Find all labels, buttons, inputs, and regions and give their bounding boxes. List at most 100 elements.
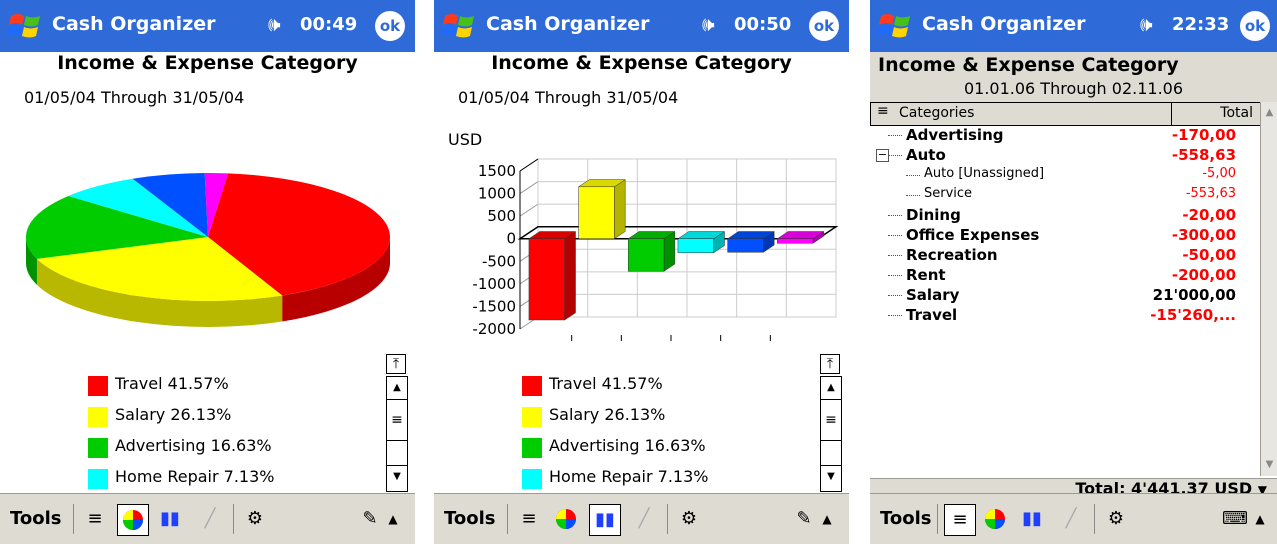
tree-connector [888,315,902,316]
y-axis [519,158,539,172]
category-name: Service [924,186,973,201]
tree-connector [906,175,920,176]
category-total: -558,63 [1171,146,1236,164]
scroll-thumb[interactable]: ≡ [821,400,841,441]
list-scrollbar[interactable]: ▲ ▼ [1260,102,1277,476]
legend-swatch [522,376,542,396]
y-tick-label: 1000 [478,185,516,203]
date-range: 01.01.06 Through 02.11.06 [963,79,1184,98]
bar [528,238,565,321]
legend-label: Salary 26.13% [549,405,666,424]
total-column-header[interactable]: Total [1220,105,1253,121]
category-row[interactable]: Advertising -170,00 [870,126,1260,146]
scroll-up-icon[interactable]: ▲ [387,377,407,400]
category-total: -300,00 [1171,226,1236,244]
list-view-icon[interactable]: ≡ [514,504,544,534]
legend-label: Home Repair 7.13% [549,467,709,486]
categories-column-header[interactable]: Categories [899,105,974,121]
list-view-icon[interactable]: ≡ [944,504,976,536]
legend-label: Advertising 16.63% [115,436,272,455]
list-view-icon[interactable]: ≡ [80,504,110,534]
clock[interactable]: 22:33 [1172,14,1229,35]
category-row[interactable]: Service -553,63 [870,186,1260,206]
legend-scrollbar[interactable]: ▲ ≡ ▼ [386,376,408,492]
ok-button[interactable]: ok [1240,11,1270,41]
options-icon[interactable]: ⚙ [240,504,270,534]
windows-start-icon[interactable] [878,10,912,42]
y-tick-label: -1000 [472,275,516,293]
legend-scrollbar[interactable]: ▲ ≡ ▼ [820,376,842,492]
grid-line [519,203,539,217]
category-total: 21'000,00 [1152,286,1236,304]
options-icon[interactable]: ⚙ [674,504,704,534]
input-menu-arrow-icon[interactable]: ▲ [812,504,842,534]
bar-side [564,231,576,321]
scroll-down-icon[interactable]: ▼ [821,465,841,488]
tree-connector [888,215,902,216]
category-name: Travel [906,306,958,324]
scroll-down-icon[interactable]: ▼ [387,465,407,488]
scroll-thumb[interactable]: ≡ [387,400,407,441]
category-row[interactable]: − Auto -558,63 [870,146,1260,166]
scroll-up-icon[interactable]: ▲ [1261,102,1277,124]
category-name: Dining [906,206,961,224]
input-menu-arrow-icon[interactable]: ▲ [1245,504,1275,534]
tools-menu[interactable]: Tools [444,508,496,529]
legend-swatch [522,469,542,489]
scroll-down-icon[interactable]: ▼ [1261,454,1277,476]
collapse-icon[interactable]: − [876,149,889,162]
category-total: -170,00 [1171,126,1236,144]
line-view-icon[interactable]: ╱ [629,504,659,534]
legend-label: Travel 41.57% [549,374,663,393]
category-name: Advertising [906,126,1004,144]
scroll-up-icon[interactable]: ▲ [821,377,841,400]
line-view-icon[interactable]: ╱ [1056,504,1086,534]
category-name: Auto [906,146,946,164]
legend-label: Home Repair 7.13% [115,467,275,486]
category-row[interactable]: Office Expenses -300,00 [870,226,1260,246]
bar [677,238,714,253]
toolbar: Tools ≡ ▮▮ ╱ ⚙ ⌨ ▲ [870,493,1277,544]
sort-icon[interactable]: ≡ [877,103,889,119]
line-view-icon[interactable]: ╱ [195,504,225,534]
tree-connector [888,255,902,256]
legend-label: Salary 26.13% [115,405,232,424]
pie-view-icon[interactable] [551,504,581,534]
input-menu-arrow-icon[interactable]: ▲ [378,504,408,534]
y-tick-label: -500 [482,252,516,270]
bar-view-icon[interactable]: ▮▮ [155,504,185,534]
category-row[interactable]: Travel -15'260,... [870,306,1260,326]
category-name: Salary [906,286,960,304]
bar-view-icon[interactable]: ▮▮ [589,504,621,536]
pie-view-icon[interactable] [980,504,1010,534]
legend-swatch [88,376,108,396]
tree-connector [906,195,920,196]
scroll-top-icon[interactable]: ⤒ [386,354,406,374]
tree-connector [888,235,902,236]
category-name: Recreation [906,246,998,264]
bar-view-icon[interactable]: ▮▮ [1017,504,1047,534]
tools-menu[interactable]: Tools [880,508,932,529]
pie-view-icon[interactable] [117,504,149,536]
scroll-top-icon[interactable]: ⤒ [820,354,840,374]
bar [777,238,814,244]
tree-connector [888,275,902,276]
toolbar-separator [667,504,668,534]
legend-label: Advertising 16.63% [549,436,706,455]
toolbar: Tools ≡ ▮▮ ╱ ⚙ ✎ ▲ [0,493,415,544]
category-name: Office Expenses [906,226,1040,244]
tools-menu[interactable]: Tools [10,508,62,529]
tree-connector [888,135,902,136]
category-row[interactable]: Dining -20,00 [870,206,1260,226]
options-icon[interactable]: ⚙ [1101,504,1131,534]
toolbar-separator [233,504,234,534]
category-row[interactable]: Auto [Unassigned] -5,00 [870,166,1260,186]
column-divider [1171,103,1172,125]
category-row[interactable]: Salary 21'000,00 [870,286,1260,306]
y-tick-label: 500 [487,207,516,225]
app-title: Cash Organizer [922,13,1086,35]
category-row[interactable]: Recreation -50,00 [870,246,1260,266]
category-row[interactable]: Rent -200,00 [870,266,1260,286]
speaker-icon[interactable]: 🕪 [1140,12,1153,36]
legend-swatch [88,469,108,489]
